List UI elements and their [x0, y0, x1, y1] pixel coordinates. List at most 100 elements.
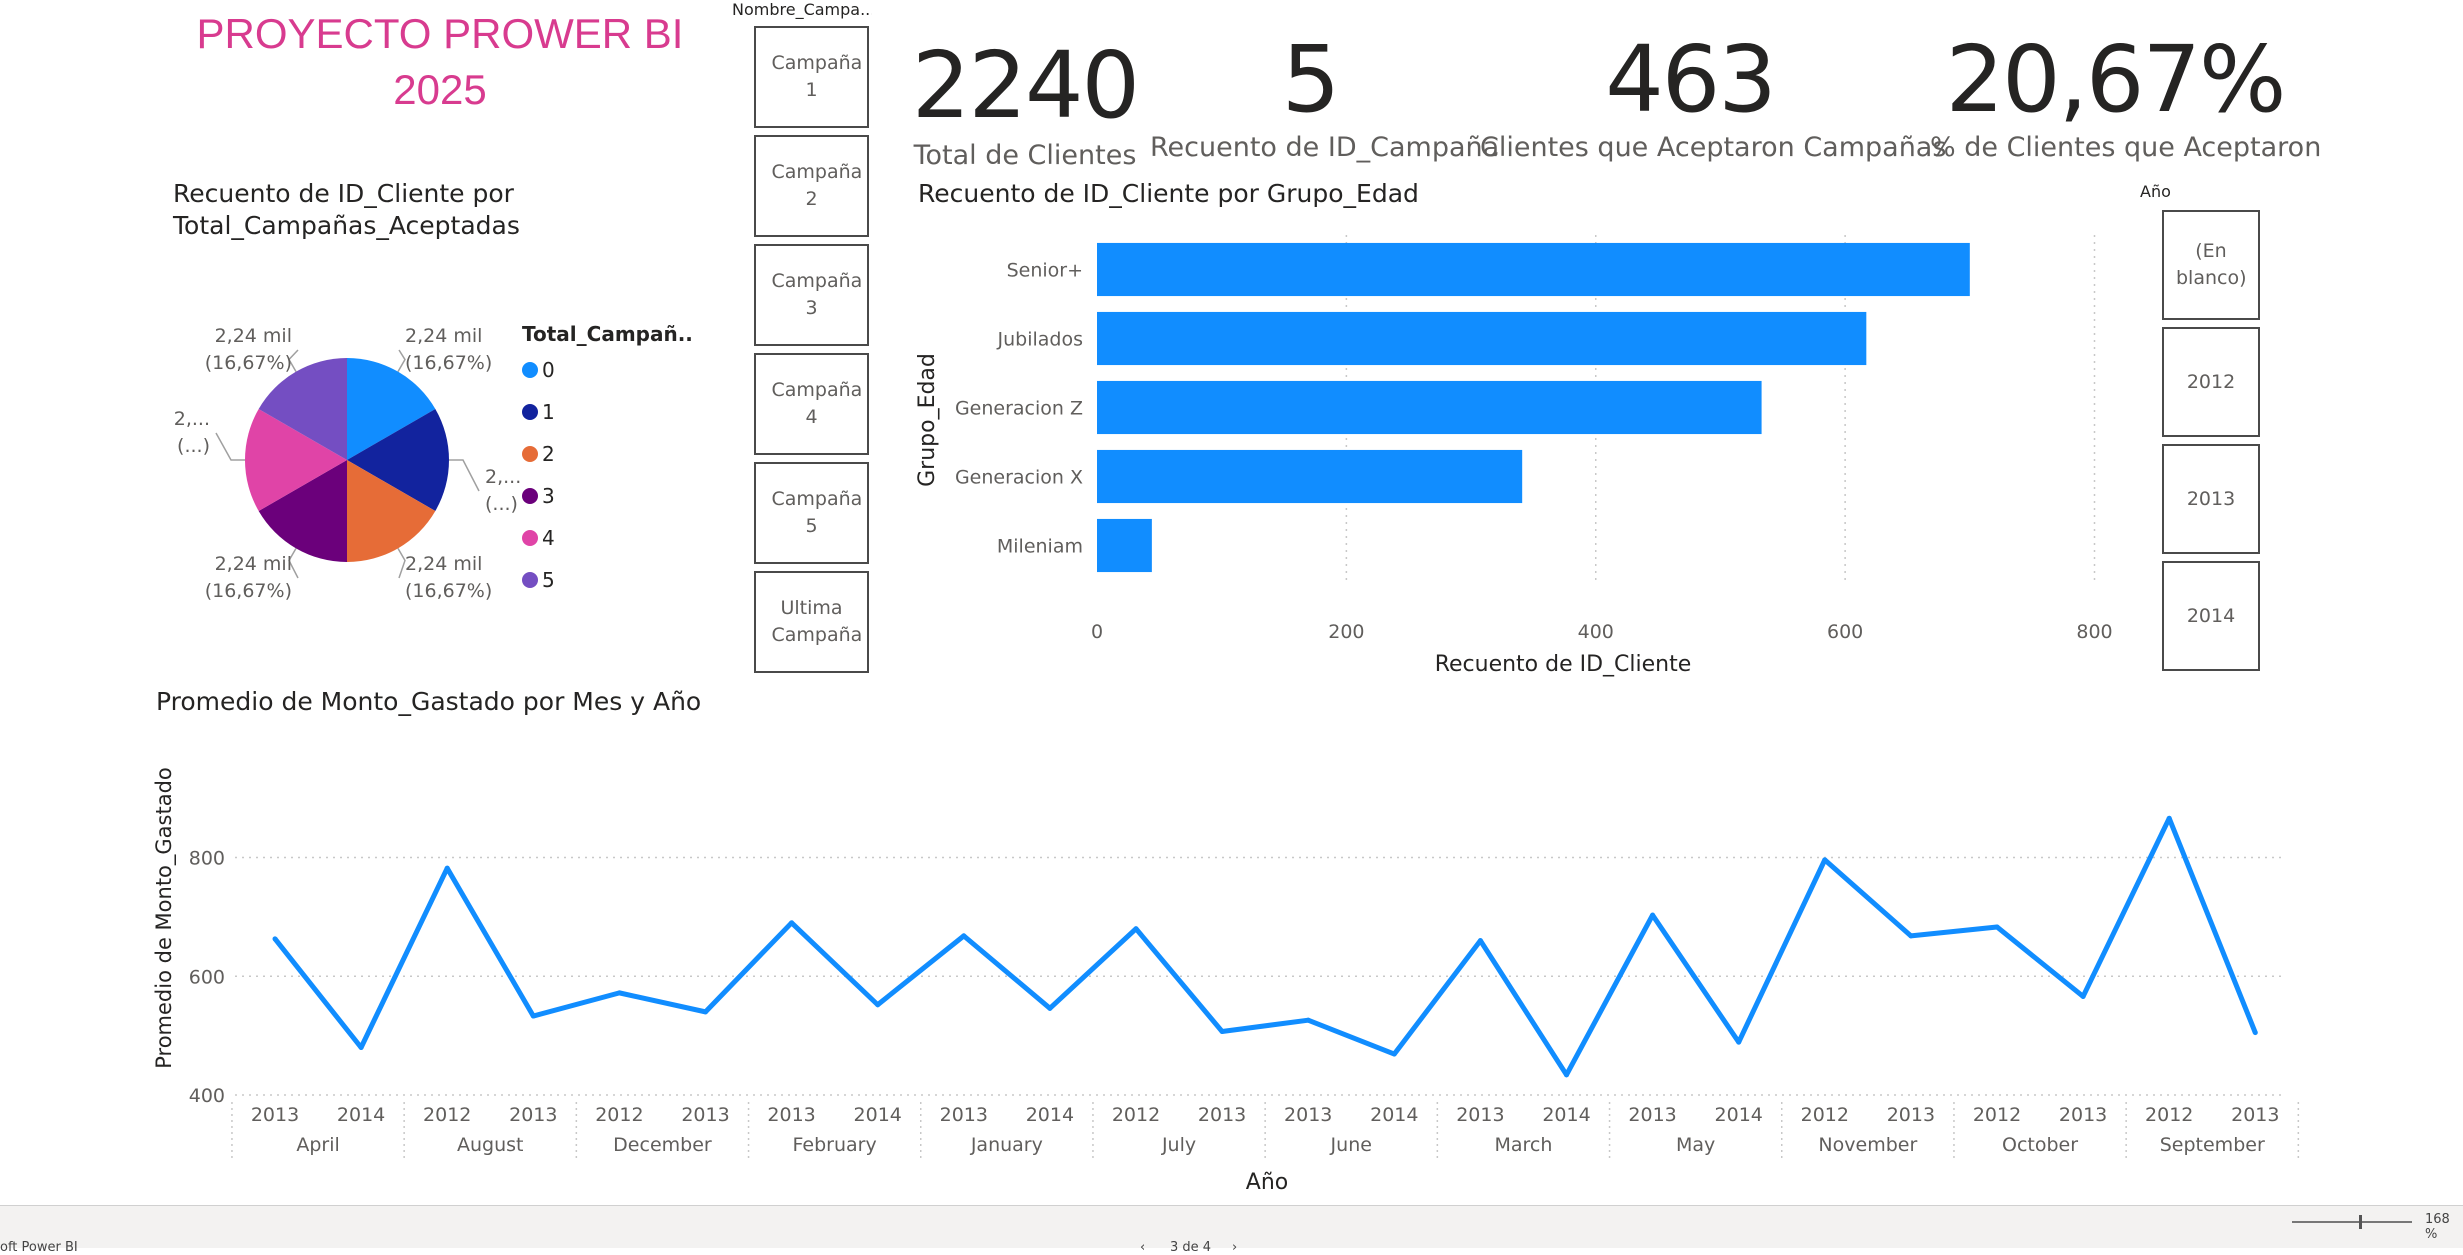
- bar-x-tick-label: 800: [2076, 621, 2112, 643]
- line-x-tick-year: 2014: [1370, 1104, 1418, 1126]
- year-slicer-item[interactable]: 2014: [2162, 561, 2260, 671]
- pie-legend-label: 1: [542, 400, 555, 424]
- line-x-tick-year: 2013: [767, 1104, 815, 1126]
- pie-legend-item[interactable]: 2: [522, 442, 555, 466]
- line-point[interactable]: [1564, 1072, 1569, 1078]
- bar-x-tick-label: 400: [1578, 621, 1614, 643]
- line-y-tick-label: 600: [189, 966, 225, 988]
- pie-data-label: (16,67%): [405, 580, 492, 602]
- bar-mileniam[interactable]: [1097, 518, 1152, 573]
- line-point[interactable]: [272, 936, 278, 942]
- line-x-tick-year: 2013: [1198, 1104, 1246, 1126]
- pie-data-label: (16,67%): [405, 352, 492, 374]
- campaign-slicer-item[interactable]: Campaña 5: [754, 462, 869, 564]
- pie-data-label: 2,...: [485, 466, 521, 488]
- bar-category-label: Mileniam: [997, 536, 1083, 558]
- kpi-clientes-aceptaron-label: Clientes que Aceptaron Campañas: [1480, 132, 1947, 163]
- line-x-tick-year: 2013: [1284, 1104, 1332, 1126]
- line-point[interactable]: [2166, 815, 2172, 821]
- line-point[interactable]: [1047, 1005, 1053, 1011]
- line-x-tick-year: 2013: [1456, 1104, 1504, 1126]
- pie-legend-item[interactable]: 1: [522, 400, 555, 424]
- line-point[interactable]: [1822, 857, 1828, 863]
- line-point[interactable]: [1736, 1039, 1742, 1045]
- line-point[interactable]: [789, 920, 795, 926]
- line-point[interactable]: [358, 1045, 364, 1050]
- line-x-axis-title: Año: [1246, 1170, 1288, 1195]
- pie-legend-item[interactable]: 5: [522, 568, 555, 592]
- line-x-tick-year: 2012: [2145, 1104, 2193, 1126]
- line-point[interactable]: [1994, 924, 2000, 930]
- line-point[interactable]: [1391, 1051, 1397, 1057]
- page-prev-button[interactable]: ‹: [1140, 1240, 1145, 1255]
- report-title: PROYECTO PROWER BI 2025: [196, 10, 684, 113]
- line-x-tick-year: 2012: [423, 1104, 471, 1126]
- campaign-slicer-header: Nombre_Campa...: [732, 0, 872, 19]
- legend-marker: [522, 488, 538, 504]
- pie-legend-label: 4: [542, 526, 555, 550]
- line-x-tick-month: September: [2160, 1134, 2265, 1156]
- zoom-slider[interactable]: [2292, 1221, 2412, 1223]
- line-x-tick-year: 2012: [1973, 1104, 2021, 1126]
- year-slicer-item[interactable]: (En blanco): [2162, 210, 2260, 320]
- line-point[interactable]: [875, 1002, 881, 1008]
- pie-chart: 2,24 mil (16,67%) 2,... (...) 2,24 mil (16,67…: [174, 325, 522, 602]
- pie-label-leader: [215, 432, 245, 461]
- campaign-slicer-item[interactable]: Campaña 2: [754, 135, 869, 237]
- line-point[interactable]: [1477, 938, 1483, 944]
- line-point[interactable]: [961, 933, 967, 939]
- pie-legend-label: 2: [542, 442, 555, 466]
- line-x-tick-year: 2012: [595, 1104, 643, 1126]
- line-x-tick-year: 2014: [1542, 1104, 1590, 1126]
- bar-chart: 0 200 400 600 800 Senior+ Jubilados Generacion …: [915, 235, 2113, 677]
- line-point[interactable]: [1908, 933, 1914, 939]
- campaign-slicer-item-label: Ultima Campaña: [771, 597, 863, 646]
- line-point[interactable]: [616, 990, 622, 996]
- line-point[interactable]: [2252, 1030, 2258, 1036]
- bar-generacion-z[interactable]: [1097, 380, 1762, 435]
- campaign-slicer-item-label: Campaña 2: [771, 161, 863, 210]
- kpi-porcentaje-value: 20,67%: [1945, 26, 2287, 133]
- year-slicer-item-label: 2013: [2186, 487, 2236, 510]
- bar-generacion-x[interactable]: [1097, 449, 1523, 504]
- pie-legend-label: 5: [542, 568, 555, 592]
- pie-legend-item[interactable]: 4: [522, 526, 555, 550]
- campaign-slicer-item[interactable]: Campaña 1: [754, 26, 869, 128]
- legend-marker: [522, 446, 538, 462]
- page-next-button[interactable]: ›: [1232, 1240, 1237, 1255]
- line-point[interactable]: [1219, 1028, 1225, 1034]
- kpi-total-clientes-value: 2240: [911, 32, 1140, 139]
- line-x-tick-month: November: [1818, 1134, 1917, 1156]
- campaign-slicer-item-label: Campaña 5: [771, 488, 863, 537]
- line-point[interactable]: [1305, 1017, 1311, 1023]
- line-point[interactable]: [444, 865, 450, 871]
- pie-label-leader: [397, 349, 406, 373]
- app-name: oft Power BI: [0, 1240, 78, 1255]
- line-x-tick-year: 2014: [1026, 1104, 1074, 1126]
- pie-legend-item[interactable]: 3: [522, 484, 555, 508]
- pie-data-label: 2,24 mil: [215, 553, 292, 575]
- legend-marker: [522, 530, 538, 546]
- line-x-tick-month: June: [1330, 1134, 1372, 1156]
- line-x-tick-year: 2013: [251, 1104, 299, 1126]
- line-point[interactable]: [703, 1009, 708, 1015]
- campaign-slicer-item[interactable]: Campaña 4: [754, 353, 869, 455]
- page-indicator: 3 de 4: [1170, 1240, 1212, 1255]
- pie-chart-title: Recuento de ID_Cliente por Total_Campaña…: [173, 179, 520, 240]
- line-y-tick-label: 800: [189, 848, 225, 870]
- year-slicer-item[interactable]: 2013: [2162, 444, 2260, 554]
- kpi-recuento-campana-value: 5: [1281, 26, 1341, 133]
- pie-data-label: (16,67%): [205, 352, 292, 374]
- line-point[interactable]: [530, 1013, 536, 1019]
- campaign-slicer-item[interactable]: Campaña 3: [754, 244, 869, 346]
- line-point[interactable]: [2080, 993, 2086, 999]
- pie-legend-item[interactable]: 0: [522, 358, 555, 382]
- campaign-slicer-item[interactable]: Ultima Campaña: [754, 571, 869, 673]
- bar-senior-[interactable]: [1097, 242, 1970, 297]
- line-x-tick-month: October: [2002, 1134, 2078, 1156]
- line-point[interactable]: [1133, 926, 1139, 932]
- bar-jubilados[interactable]: [1097, 311, 1867, 366]
- zoom-slider-handle[interactable]: [2359, 1215, 2362, 1229]
- line-point[interactable]: [1650, 912, 1656, 918]
- year-slicer-item[interactable]: 2012: [2162, 327, 2260, 437]
